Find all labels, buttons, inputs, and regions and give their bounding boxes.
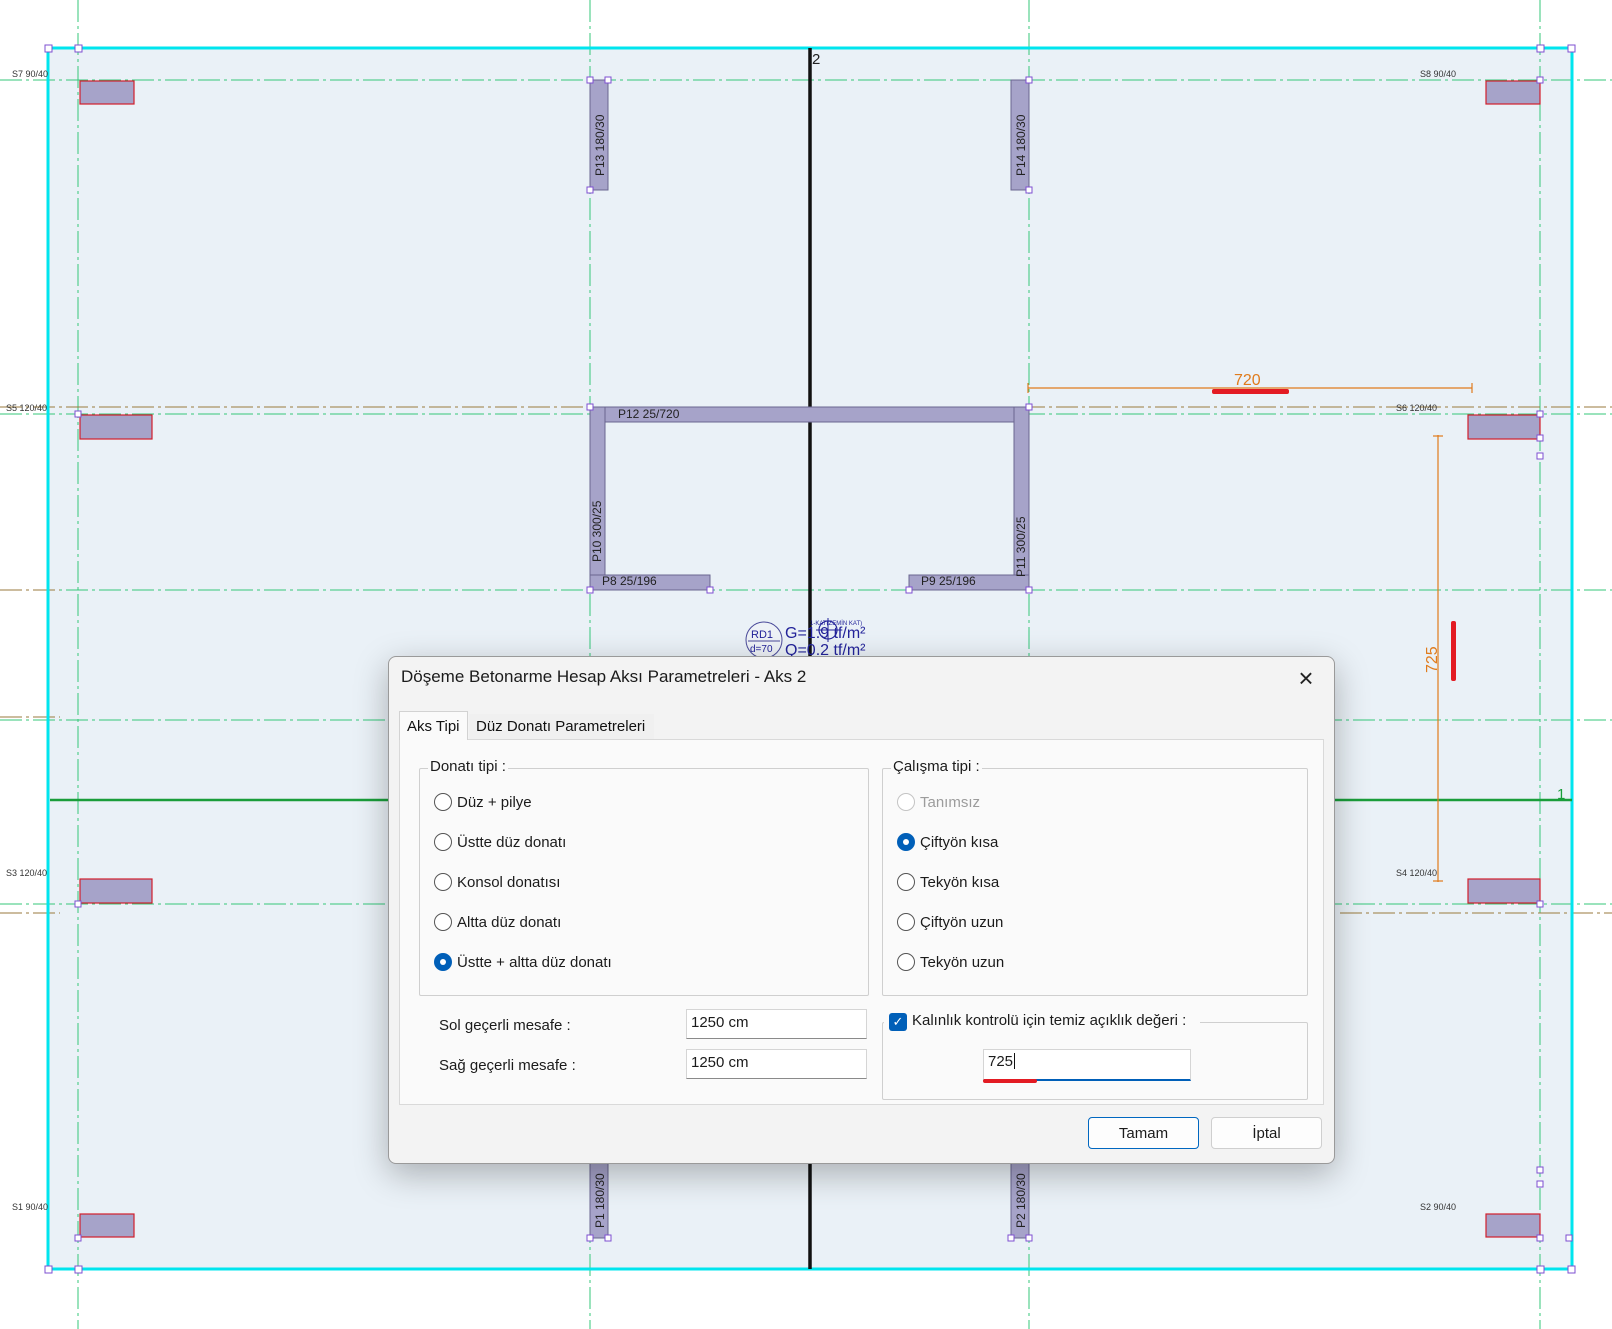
label-p11: P11 300/25 bbox=[1014, 516, 1028, 577]
radio-konsol[interactable]: Konsol donatısı bbox=[434, 869, 560, 895]
axis-2-number: 2 bbox=[812, 51, 820, 68]
thickness-value-input[interactable]: 725 bbox=[983, 1049, 1191, 1081]
radio-icon bbox=[897, 953, 915, 971]
radio-ustte-duz[interactable]: Üstte düz donatı bbox=[434, 829, 566, 855]
label-p10: P10 300/25 bbox=[590, 500, 604, 562]
label-p9: P9 25/196 bbox=[921, 574, 976, 588]
label-s8: S8 90/40 bbox=[1420, 69, 1456, 79]
slab-thickness: d=70 bbox=[750, 644, 773, 655]
radio-ustte-altta[interactable]: Üstte + altta düz donatı bbox=[434, 949, 612, 975]
radio-tekyon-kisa[interactable]: Tekyön kısa bbox=[897, 869, 999, 895]
radio-icon bbox=[897, 793, 915, 811]
dimension-vertical-value: 725 bbox=[1424, 646, 1441, 673]
radio-icon bbox=[434, 793, 452, 811]
label-p12: P12 25/720 bbox=[618, 407, 680, 421]
column-s2[interactable] bbox=[1485, 1213, 1541, 1238]
rebar-type-label: Donatı tipi : bbox=[428, 758, 508, 775]
label-s6: S6 120/40 bbox=[1396, 403, 1437, 413]
label-s7: S7 90/40 bbox=[12, 69, 48, 79]
dimension-horizontal-value: 720 bbox=[1234, 372, 1261, 389]
work-type-label: Çalışma tipi : bbox=[891, 758, 982, 775]
rebar-type-group: Donatı tipi : Düz + pilye Üstte düz dona… bbox=[419, 758, 869, 996]
label-s2: S2 90/40 bbox=[1420, 1202, 1456, 1212]
label-s5: S5 120/40 bbox=[6, 403, 47, 413]
radio-icon bbox=[434, 873, 452, 891]
label-p14: P14 180/30 bbox=[1014, 114, 1028, 176]
radio-duz-pilye[interactable]: Düz + pilye bbox=[434, 789, 532, 815]
radio-ciftyon-uzun[interactable]: Çiftyön uzun bbox=[897, 909, 1003, 935]
label-p13: P13 180/30 bbox=[593, 114, 607, 176]
label-s3: S3 120/40 bbox=[6, 868, 47, 878]
close-icon[interactable]: × bbox=[1288, 661, 1324, 695]
thickness-check-label: Kalınlık kontrolü için temiz açıklık değ… bbox=[912, 1012, 1187, 1029]
text-caret bbox=[1014, 1053, 1016, 1069]
radio-altta-duz[interactable]: Altta düz donatı bbox=[434, 909, 561, 935]
column-s4[interactable] bbox=[1467, 878, 1541, 904]
radio-icon bbox=[434, 913, 452, 931]
cancel-button[interactable]: İptal bbox=[1211, 1117, 1322, 1149]
right-distance-input[interactable]: 1250 cm bbox=[686, 1049, 867, 1079]
highlight-mark-horizontal bbox=[1212, 389, 1289, 394]
label-p1: P1 180/30 bbox=[593, 1173, 607, 1228]
tab-duz-donati[interactable]: Düz Donatı Parametreleri bbox=[469, 714, 654, 740]
radio-ciftyon-kisa[interactable]: Çiftyön kısa bbox=[897, 829, 998, 855]
dialog-title: Döşeme Betonarme Hesap Aksı Parametreler… bbox=[401, 667, 807, 686]
thickness-check-checkbox[interactable]: ✓ bbox=[889, 1013, 907, 1031]
tab-aks-tipi[interactable]: Aks Tipi bbox=[399, 711, 468, 740]
label-p8: P8 25/196 bbox=[602, 574, 657, 588]
highlight-mark-vertical bbox=[1451, 621, 1456, 681]
slab-id: RD1 bbox=[751, 629, 773, 641]
radio-icon bbox=[897, 873, 915, 891]
work-type-group: Çalışma tipi : Tanımsız Çiftyön kısa Tek… bbox=[882, 758, 1308, 996]
slab-axis-dialog: Döşeme Betonarme Hesap Aksı Parametreler… bbox=[388, 656, 1335, 1164]
highlight-mark-input bbox=[983, 1079, 1037, 1083]
label-s4: S4 120/40 bbox=[1396, 868, 1437, 878]
tab-panel: Donatı tipi : Düz + pilye Üstte düz dona… bbox=[399, 739, 1324, 1105]
column-s3[interactable] bbox=[79, 878, 153, 904]
column-s7[interactable] bbox=[79, 80, 135, 105]
left-distance-label: Sol geçerli mesafe : bbox=[439, 1017, 571, 1034]
radio-tekyon-uzun[interactable]: Tekyön uzun bbox=[897, 949, 1004, 975]
right-distance-label: Sağ geçerli mesafe : bbox=[439, 1057, 576, 1074]
axis-1-number: 1 bbox=[1557, 786, 1565, 803]
column-s1[interactable] bbox=[79, 1213, 135, 1238]
left-distance-input[interactable]: 1250 cm bbox=[686, 1009, 867, 1039]
column-s5[interactable] bbox=[79, 414, 153, 440]
radio-icon bbox=[434, 833, 452, 851]
radio-checked-icon bbox=[434, 953, 452, 971]
column-s8[interactable] bbox=[1485, 80, 1541, 105]
label-p2: P2 180/30 bbox=[1014, 1173, 1028, 1228]
radio-tanimsiz: Tanımsız bbox=[897, 789, 980, 815]
radio-checked-icon bbox=[897, 833, 915, 851]
load-g: G=1.9 tf/m² bbox=[785, 625, 866, 642]
label-s1: S1 90/40 bbox=[12, 1202, 48, 1212]
radio-icon bbox=[897, 913, 915, 931]
ok-button[interactable]: Tamam bbox=[1088, 1117, 1199, 1149]
floor-note: 1-KAT(ZEMİN KAT) bbox=[810, 620, 862, 627]
column-s6[interactable] bbox=[1467, 414, 1541, 440]
